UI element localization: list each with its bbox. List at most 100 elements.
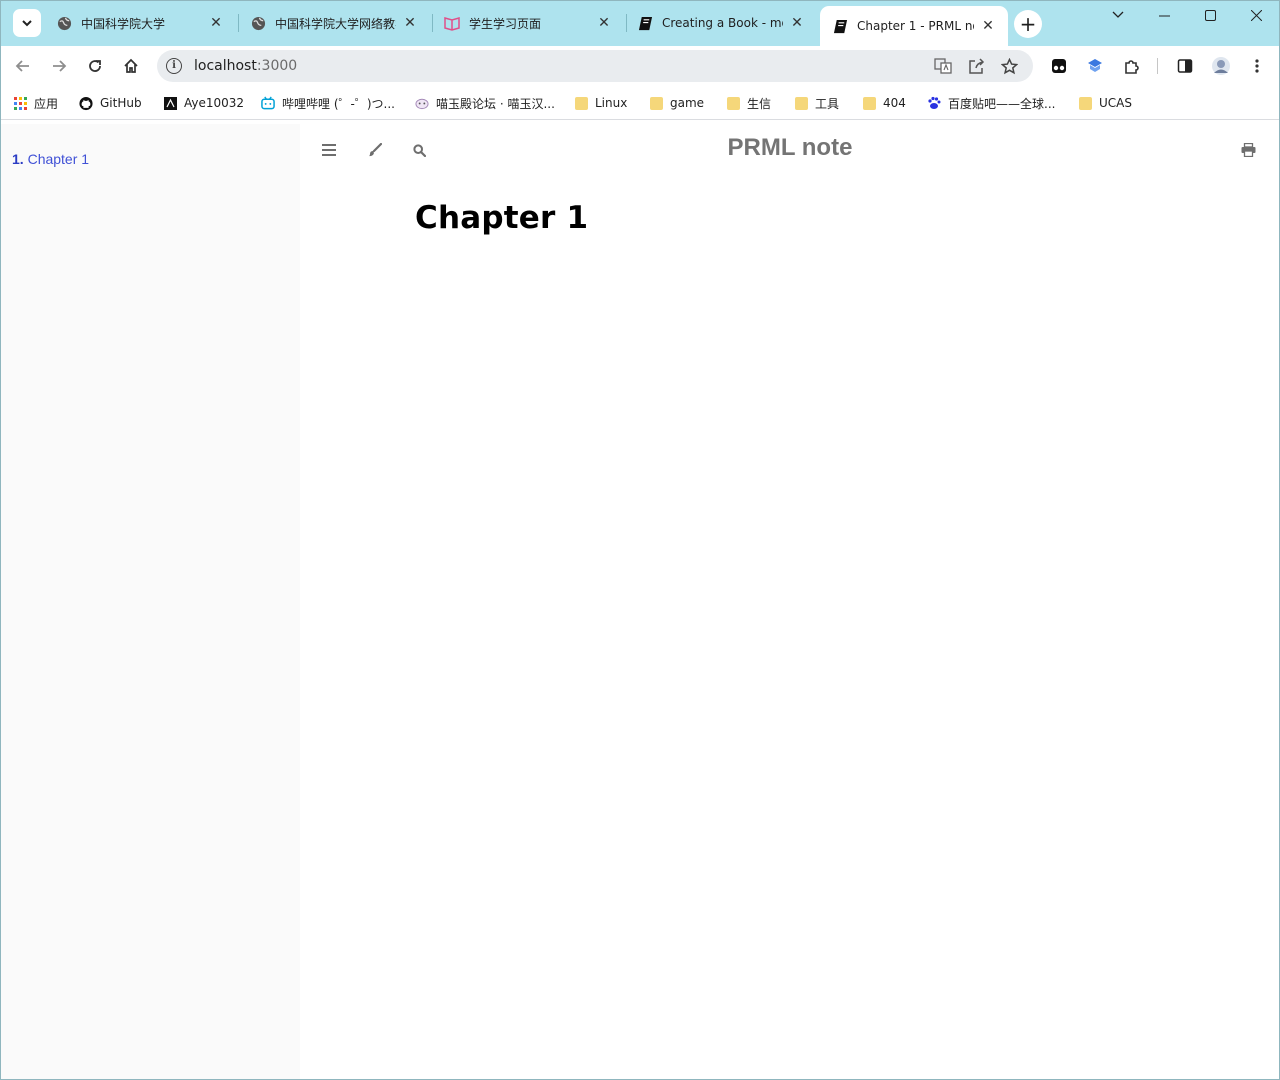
mdbook-icon [832,18,848,34]
page-viewport: 1. Chapter 1 PRML note Chapter 1 [0,124,1280,1080]
chevron-down-icon [22,20,32,27]
close-icon[interactable]: ✕ [402,15,418,31]
minimize-button[interactable] [1149,4,1179,26]
forum-icon [415,96,429,110]
chapter-heading: Chapter 1 [415,200,589,236]
side-panel-icon [1177,59,1193,73]
github-icon [79,96,93,110]
tab-title: 中国科学院大学网络教学 [275,16,396,31]
bookmark-folder-game[interactable]: game [649,94,704,112]
bookmark-label: 应用 [34,96,59,111]
home-icon [124,58,138,73]
bookmark-folder-tools[interactable]: 工具 [794,94,839,112]
bookmark-github[interactable]: GitHub [79,94,142,112]
side-panel-button[interactable] [1172,53,1198,79]
book-icon [444,15,460,31]
close-icon[interactable]: ✕ [789,15,805,31]
bookmark-label: game [670,96,705,110]
info-icon[interactable]: i [166,58,182,74]
bookmark-bilibili[interactable]: 哔哩哔哩 (゜-゜)つ... [261,94,395,112]
address-bar[interactable]: i localhost:3000 [157,50,1033,82]
bookmark-label: 喵玉殿论坛 · 喵玉汉... [436,96,555,111]
minimize-icon [1158,15,1170,16]
maximize-button[interactable] [1195,4,1225,26]
star-icon[interactable] [998,55,1020,77]
apps-grid-icon [13,96,27,110]
tab-title: 中国科学院大学 [81,16,166,31]
tab-student-study[interactable]: 学生学习页面 ✕ [432,8,624,38]
extension-logo-icon [1088,59,1102,72]
tab-list-button[interactable] [1103,4,1133,26]
toolbar-divider [1157,58,1158,74]
bookmark-label: 工具 [815,96,840,111]
back-button[interactable] [10,53,36,79]
puzzle-icon [1124,59,1139,74]
chapter-number: 1. [12,151,24,167]
close-window-button[interactable] [1241,4,1271,26]
browser-toolbar: i localhost:3000 [0,46,1280,86]
extensions-button[interactable] [1118,53,1144,79]
chevron-down-icon [1112,11,1124,18]
tampermonkey-icon [1052,59,1066,73]
bookmark-label: 生信 [747,96,772,111]
bookmark-baidu-tieba[interactable]: 百度贴吧——全球... [927,94,1055,112]
reload-icon [89,60,101,72]
tab-chapter-1-active[interactable]: Chapter 1 - PRML not ✕ [820,6,1008,46]
bookmarks-bar: 应用 GitHub Aye10032 哔哩哔哩 (゜-゜)つ... 喵玉殿论坛 … [0,86,1280,120]
bookmark-folder-ucas[interactable]: UCAS [1078,94,1132,112]
bookmark-folder-404[interactable]: 404 [862,94,906,112]
folder-icon [794,96,808,110]
bookmark-label: GitHub [100,96,142,110]
reload-button[interactable] [82,53,108,79]
sidebar-item-chapter-1[interactable]: 1. Chapter 1 [12,151,89,167]
tab-creating-book[interactable]: Creating a Book - mdB ✕ [625,8,817,38]
url-host: localhost [194,58,257,74]
folder-icon [726,96,740,110]
folder-icon [574,96,588,110]
tab-ucas-network[interactable]: 中国科学院大学网络教学 ✕ [238,8,430,38]
baidu-icon [927,96,941,110]
extension-blue[interactable] [1082,53,1108,79]
folder-icon [862,96,876,110]
bookmark-label: Aye10032 [184,96,245,110]
bilibili-icon [261,96,275,110]
avatar-icon [1212,57,1230,75]
bookmark-label: 百度贴吧——全球... [948,96,1056,111]
extension-tampermonkey[interactable] [1046,53,1072,79]
new-tab-button[interactable]: + [1014,10,1042,38]
bookmark-folder-bioinfo[interactable]: 生信 [726,94,771,112]
more-vert-icon [1255,59,1259,73]
printer-icon [1241,143,1255,157]
bookmark-label: UCAS [1099,96,1132,110]
bookmark-label: 哔哩哔哩 (゜-゜)つ... [282,96,395,111]
print-button[interactable] [1238,141,1258,159]
close-icon[interactable]: ✕ [596,15,612,31]
chapter-label: Chapter 1 [27,151,90,167]
close-icon[interactable]: ✕ [208,15,224,31]
folder-icon [649,96,663,110]
profile-avatar[interactable] [1208,53,1234,79]
tab-title: 学生学习页面 [469,16,542,31]
close-icon [1250,9,1262,21]
tab-title: Chapter 1 - PRML not [857,19,974,33]
bookmark-forum[interactable]: 喵玉殿论坛 · 喵玉汉... [415,94,555,112]
translate-icon[interactable] [932,55,954,77]
menu-bar: PRML note [300,124,1280,176]
tab-search-button[interactable] [13,9,41,37]
globe-icon [250,15,266,31]
bookmark-folder-linux[interactable]: Linux [574,94,627,112]
forward-button[interactable] [46,53,72,79]
sidebar: 1. Chapter 1 [0,124,300,1080]
arrow-left-icon [15,60,29,72]
bookmark-apps[interactable]: 应用 [13,94,58,112]
url-text[interactable]: localhost:3000 [194,58,297,74]
home-button[interactable] [118,53,144,79]
globe-icon [56,15,72,31]
close-icon[interactable]: ✕ [980,18,996,34]
bookmark-aye10032[interactable]: Aye10032 [163,94,244,112]
tab-ucas[interactable]: 中国科学院大学 ✕ [44,8,236,38]
bookmark-label: Linux [595,96,628,110]
share-icon[interactable] [965,55,987,77]
arrow-right-icon [53,60,67,72]
menu-button[interactable] [1244,53,1270,79]
